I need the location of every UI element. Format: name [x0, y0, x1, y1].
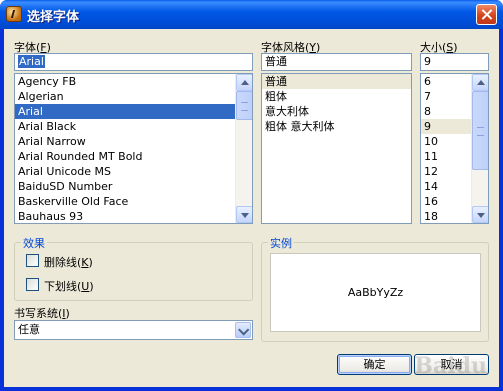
font-scroll-down-button[interactable]	[236, 206, 252, 223]
font-list-item[interactable]: Arial Black	[15, 119, 235, 134]
style-list-item[interactable]: 粗体	[262, 89, 411, 104]
size-list-item[interactable]: 12	[421, 164, 471, 179]
sample-group-title: 实例	[268, 235, 294, 251]
strikeout-checkbox[interactable]	[26, 254, 39, 267]
font-list-item[interactable]: Baskerville Old Face	[15, 194, 235, 209]
size-scroll-down-button[interactable]	[472, 206, 488, 223]
style-value: 普通	[265, 55, 287, 68]
font-list-item[interactable]: Agency FB	[15, 74, 235, 89]
font-scroll-up-button[interactable]	[236, 74, 252, 91]
size-list-item[interactable]: 14	[421, 179, 471, 194]
size-list-item[interactable]: 9	[421, 119, 471, 134]
script-select[interactable]: 任意	[14, 320, 253, 340]
size-list-item[interactable]: 11	[421, 149, 471, 164]
font-name-value: Arial	[18, 55, 45, 68]
font-listbox[interactable]: Agency FB Algerian Arial Arial Black Arial N…	[14, 73, 253, 224]
window-title: 选择字体	[27, 10, 80, 25]
size-scroll-up-button[interactable]	[472, 74, 488, 91]
size-scroll-thumb[interactable]	[472, 91, 488, 170]
font-list-item[interactable]: Arial Unicode MS	[15, 164, 235, 179]
font-list-item[interactable]: Arial Narrow	[15, 134, 235, 149]
underline-checkbox[interactable]	[26, 278, 39, 291]
script-label-mnemonic: I	[62, 307, 66, 320]
size-list-item[interactable]: 10	[421, 134, 471, 149]
strikeout-label-text: 删除线	[44, 256, 77, 269]
font-list-scrollbar[interactable]	[235, 74, 252, 223]
underline-label[interactable]: 下划线(U)	[44, 278, 94, 294]
size-list-item[interactable]: 16	[421, 194, 471, 209]
font-dialog-window: 选择字体 字体(F) Arial Agency FB Algerian Arial A…	[0, 0, 503, 391]
sample-preview: AaBbYyZz	[270, 253, 481, 332]
cancel-button[interactable]: 取消	[414, 354, 489, 375]
size-list-scrollbar[interactable]	[471, 74, 488, 223]
script-label: 书写系统(I)	[14, 307, 70, 320]
ok-button[interactable]: 确定	[337, 354, 412, 375]
sample-text: AaBbYyZz	[347, 286, 404, 299]
font-list-items: Agency FB Algerian Arial Arial Black Arial N…	[15, 74, 235, 223]
font-list-item[interactable]: Arial	[15, 104, 235, 119]
app-icon	[6, 6, 22, 22]
chevron-down-icon[interactable]	[235, 322, 251, 338]
font-name-input[interactable]: Arial	[14, 53, 253, 71]
size-input[interactable]: 9	[420, 53, 489, 71]
size-value: 9	[424, 55, 431, 68]
style-list-items: 普通 粗体 意大利体 粗体 意大利体	[262, 74, 411, 223]
dialog-client-area: 字体(F) Arial Agency FB Algerian Arial Arial …	[4, 29, 499, 387]
close-button[interactable]	[476, 4, 497, 25]
size-listbox[interactable]: 6 7 8 9 10 11 12 14 16 18	[420, 73, 489, 224]
strikeout-mnemonic: K	[81, 256, 89, 269]
font-list-item[interactable]: Algerian	[15, 89, 235, 104]
strikeout-label[interactable]: 删除线(K)	[44, 254, 93, 270]
style-list-item[interactable]: 普通	[262, 74, 411, 89]
size-list-item[interactable]: 8	[421, 104, 471, 119]
title-bar[interactable]: 选择字体	[0, 0, 503, 29]
size-list-items: 6 7 8 9 10 11 12 14 16 18	[421, 74, 471, 223]
size-list-item[interactable]: 18	[421, 209, 471, 223]
font-list-item[interactable]: BaiduSD Number	[15, 179, 235, 194]
underline-label-text: 下划线	[44, 280, 77, 293]
effects-group-title: 效果	[21, 235, 47, 251]
style-list-item[interactable]: 粗体 意大利体	[262, 119, 411, 134]
script-label-text: 书写系统	[14, 307, 58, 320]
font-list-item[interactable]: Arial Rounded MT Bold	[15, 149, 235, 164]
size-list-item[interactable]: 6	[421, 74, 471, 89]
style-input[interactable]: 普通	[261, 53, 412, 71]
style-listbox[interactable]: 普通 粗体 意大利体 粗体 意大利体	[261, 73, 412, 224]
underline-mnemonic: U	[81, 280, 90, 293]
font-list-item[interactable]: Bauhaus 93	[15, 209, 235, 223]
script-select-value: 任意	[18, 323, 40, 336]
font-scroll-thumb[interactable]	[236, 91, 252, 120]
size-list-item[interactable]: 7	[421, 89, 471, 104]
style-list-item[interactable]: 意大利体	[262, 104, 411, 119]
